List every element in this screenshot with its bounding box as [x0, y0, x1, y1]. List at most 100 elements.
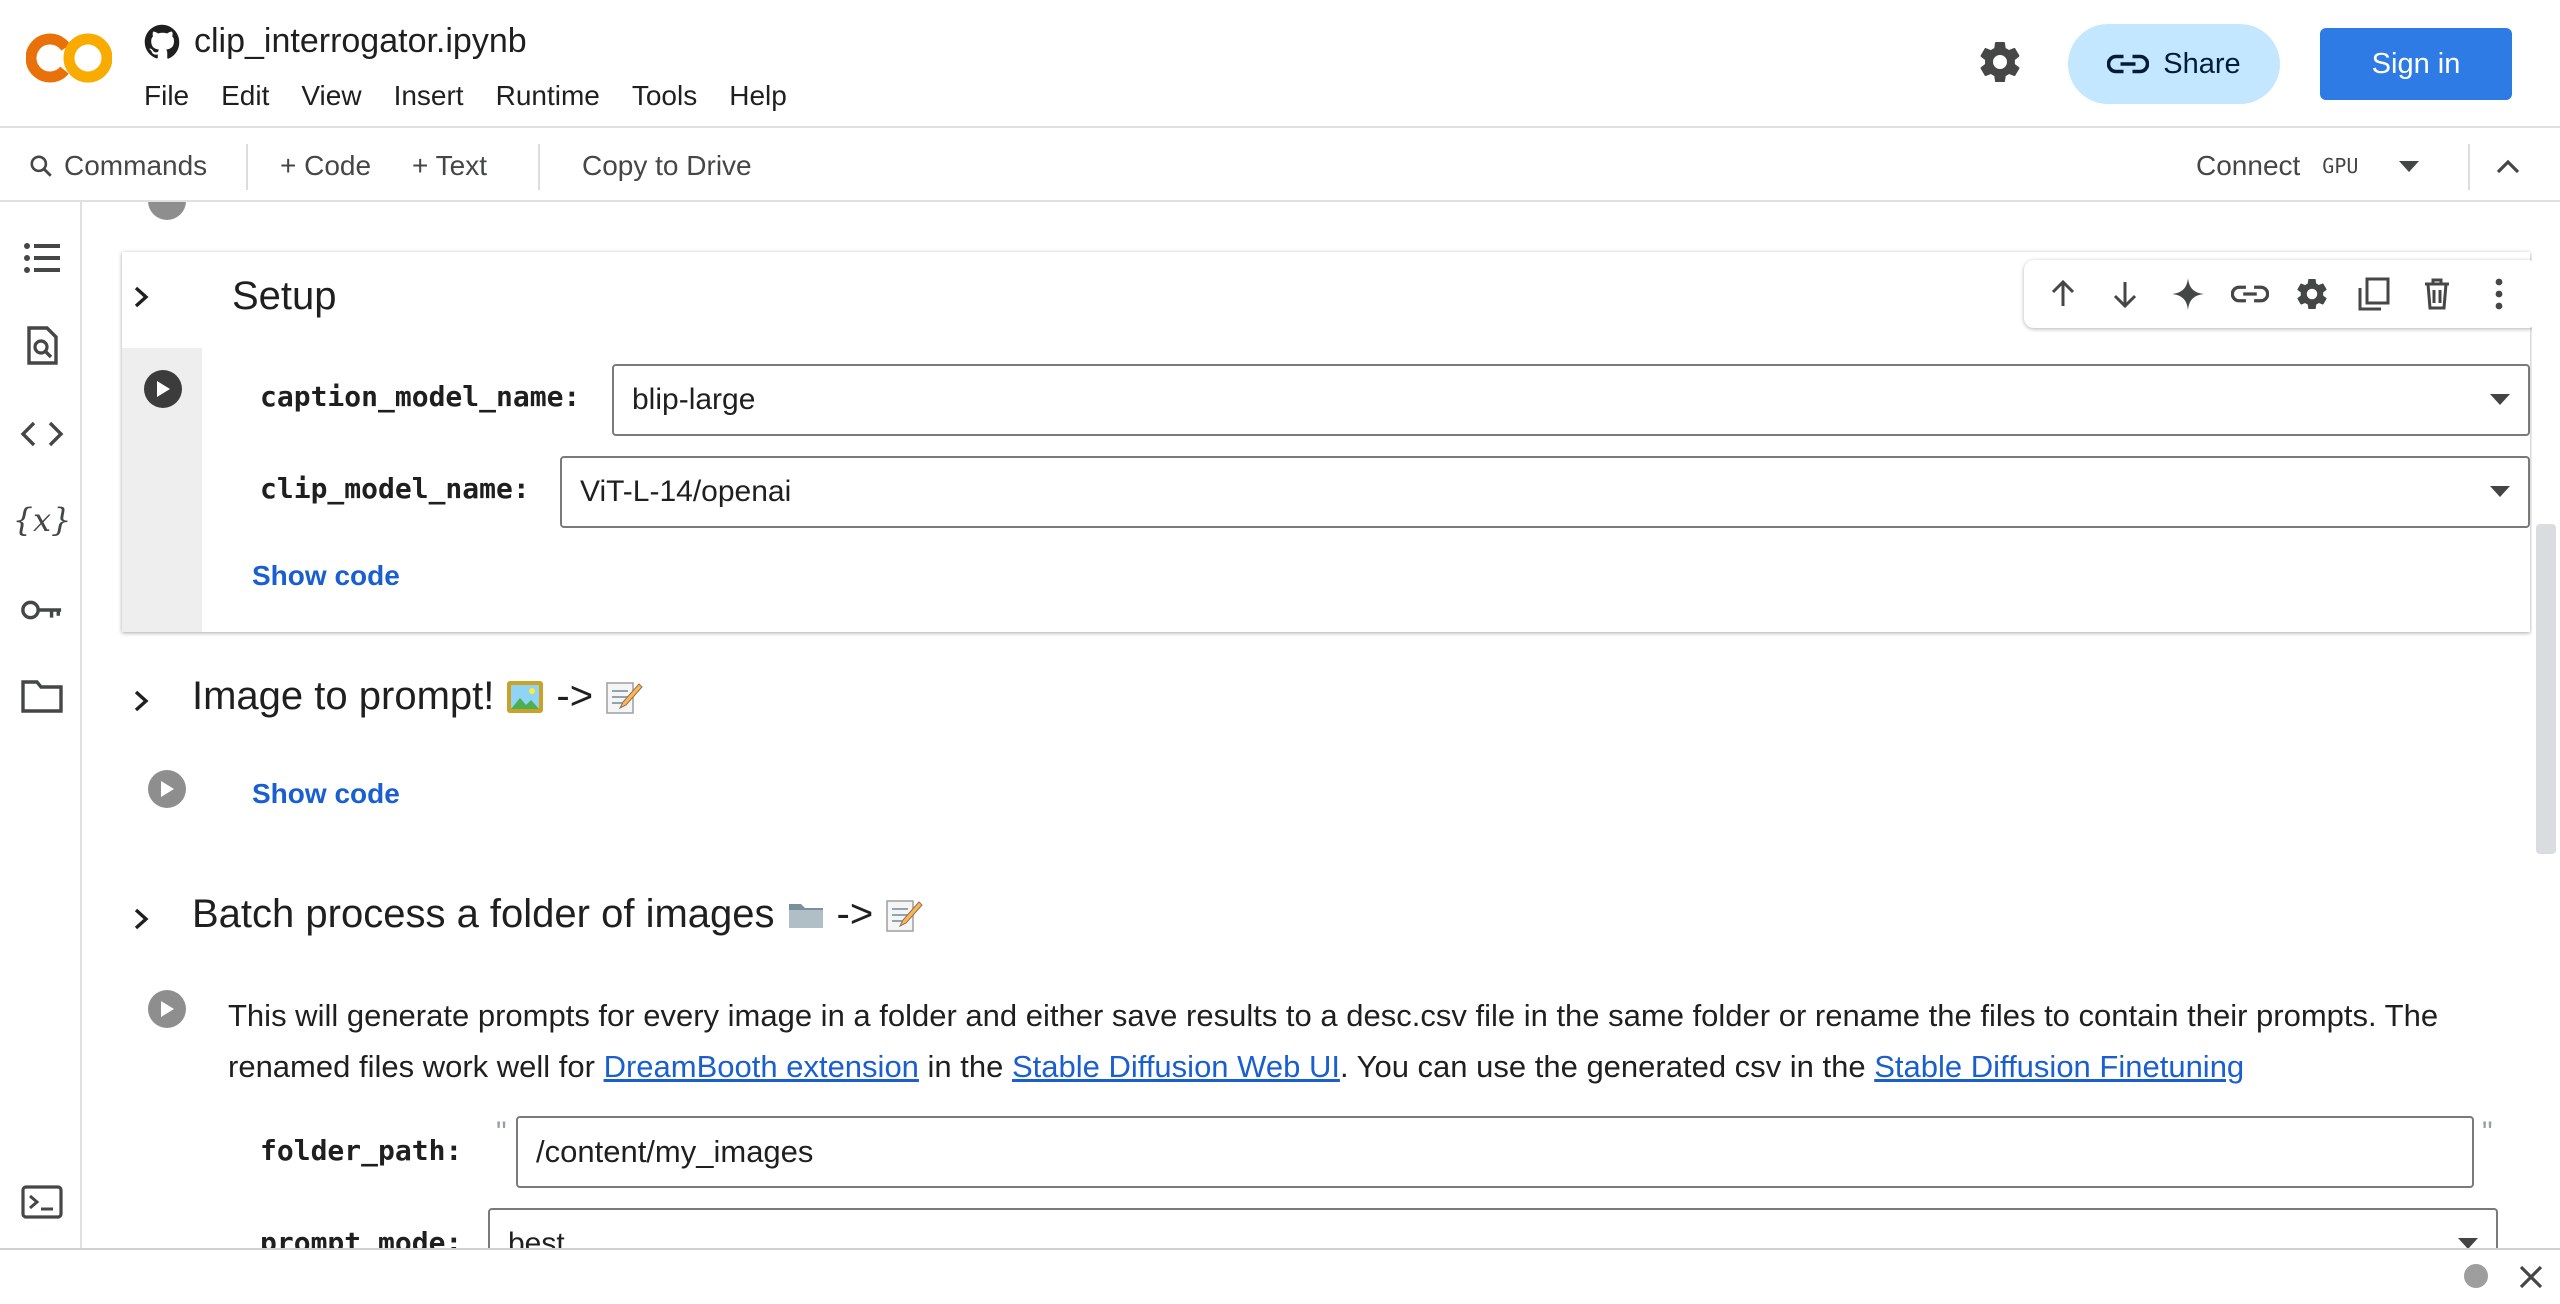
menu-help[interactable]: Help	[729, 80, 787, 112]
desc-text-2: in the	[918, 1049, 1012, 1084]
close-icon[interactable]	[2516, 1262, 2546, 1292]
colab-logo[interactable]	[26, 30, 112, 86]
table-of-contents-icon[interactable]	[20, 236, 64, 280]
files-folder-icon[interactable]	[20, 674, 64, 718]
copy-link-icon[interactable]	[2230, 274, 2270, 314]
secrets-key-icon[interactable]	[20, 588, 64, 632]
status-indicator-icon	[2464, 1264, 2488, 1288]
prompt-mode-select[interactable]: best	[488, 1208, 2498, 1248]
desc-text-3: . You can use the generated csv in the	[1339, 1049, 1875, 1084]
dropdown-caret-icon	[2490, 486, 2510, 497]
folder-path-input[interactable]: /content/my_images	[516, 1116, 2474, 1188]
expand-section-chevron-icon[interactable]	[126, 686, 156, 716]
status-bar	[0, 1248, 2560, 1304]
share-button[interactable]: Share	[2068, 24, 2280, 104]
move-cell-up-icon[interactable]	[2043, 274, 2083, 314]
string-quote-close: "	[2482, 1116, 2493, 1149]
add-code-button[interactable]: + Code	[280, 130, 371, 202]
expand-section-chevron-icon[interactable]	[126, 904, 156, 934]
setup-cell[interactable]: Setup caption_model_name: blip-large cli…	[122, 252, 2532, 632]
connect-options-dropdown-icon[interactable]	[2396, 156, 2422, 176]
left-sidebar: {x}	[0, 202, 82, 1248]
memo-emoji-icon	[886, 899, 923, 932]
dropdown-caret-icon	[2458, 1238, 2478, 1248]
clip-model-select[interactable]: ViT-L-14/openai	[560, 456, 2530, 528]
settings-gear-icon[interactable]	[1976, 38, 2024, 86]
run-cell-button[interactable]	[144, 370, 182, 408]
framed-picture-emoji-icon	[507, 680, 544, 713]
play-icon	[161, 1001, 174, 1017]
menu-insert[interactable]: Insert	[394, 80, 464, 112]
param-label-folder-path: folder_path:	[260, 1134, 463, 1167]
content-scrollbar[interactable]	[2536, 524, 2556, 854]
batch-process-title: Batch process a folder of images	[192, 892, 775, 936]
menu-view[interactable]: View	[301, 80, 361, 112]
gpu-badge: GPU	[2322, 154, 2359, 178]
notebook-title[interactable]: clip_interrogator.ipynb	[194, 22, 527, 61]
run-cell-button[interactable]	[148, 202, 186, 220]
find-replace-icon[interactable]	[20, 324, 64, 368]
show-code-link[interactable]: Show code	[252, 778, 400, 810]
add-text-button[interactable]: + Text	[412, 130, 487, 202]
toolbar-divider	[246, 144, 248, 190]
commands-button[interactable]: Commands	[28, 130, 207, 202]
copy-to-drive-button[interactable]: Copy to Drive	[582, 130, 752, 202]
section-heading-setup: Setup	[232, 274, 337, 318]
image-to-prompt-arrow: ->	[556, 674, 594, 718]
batch-description: This will generate prompts for every ima…	[228, 990, 2528, 1092]
toolbar-divider	[2468, 144, 2470, 190]
app-header: clip_interrogator.ipynb File Edit View I…	[0, 0, 2560, 128]
collapse-header-icon[interactable]	[2492, 152, 2524, 180]
memo-emoji-icon	[606, 681, 643, 714]
run-cell-button[interactable]	[148, 770, 186, 808]
stable-diffusion-web-ui-link[interactable]: Stable Diffusion Web UI	[1012, 1049, 1340, 1084]
stable-diffusion-finetuning-link[interactable]: Stable Diffusion Finetuning	[1874, 1049, 2244, 1084]
search-icon	[30, 155, 52, 177]
section-heading-image-to-prompt: Image to prompt! ->	[192, 674, 643, 719]
delete-cell-icon[interactable]	[2417, 274, 2457, 314]
terminal-icon[interactable]	[20, 1180, 64, 1224]
gemini-sparkle-icon[interactable]	[2168, 274, 2208, 314]
notebook-toolbar: Commands + Code + Text Copy to Drive Con…	[0, 130, 2560, 202]
link-icon	[2107, 54, 2150, 74]
dreambooth-extension-link[interactable]: DreamBooth extension	[604, 1049, 919, 1084]
github-icon[interactable]	[144, 24, 180, 60]
menu-edit[interactable]: Edit	[221, 80, 269, 112]
mirror-cell-icon[interactable]	[2354, 274, 2394, 314]
more-options-icon[interactable]	[2479, 274, 2519, 314]
caption-model-value: blip-large	[632, 383, 756, 416]
cell-settings-gear-icon[interactable]	[2292, 274, 2332, 314]
notebook-content: Setup caption_model_name: blip-large cli…	[82, 202, 2532, 1248]
dropdown-caret-icon	[2490, 394, 2510, 405]
variables-icon[interactable]: {x}	[13, 498, 72, 542]
param-label-caption-model: caption_model_name:	[260, 380, 581, 413]
batch-process-arrow: ->	[836, 892, 874, 936]
sign-in-button[interactable]: Sign in	[2320, 28, 2512, 100]
caption-model-select[interactable]: blip-large	[612, 364, 2530, 436]
param-label-prompt-mode: prompt_mode:	[260, 1226, 463, 1248]
menu-tools[interactable]: Tools	[632, 80, 697, 112]
menu-runtime[interactable]: Runtime	[496, 80, 600, 112]
menu-bar: File Edit View Insert Runtime Tools Help	[144, 80, 819, 112]
string-quote-open: "	[496, 1116, 507, 1149]
notebook-title-row: clip_interrogator.ipynb	[144, 22, 527, 61]
param-label-clip-model: clip_model_name:	[260, 472, 530, 505]
show-code-link[interactable]: Show code	[252, 560, 400, 592]
code-snippets-icon[interactable]	[20, 412, 64, 456]
move-cell-down-icon[interactable]	[2105, 274, 2145, 314]
connect-button[interactable]: Connect GPU	[2196, 130, 2358, 202]
section-heading-batch-process: Batch process a folder of images ->	[192, 892, 923, 937]
share-label: Share	[2163, 47, 2241, 80]
menu-file[interactable]: File	[144, 80, 189, 112]
commands-label: Commands	[64, 150, 208, 181]
image-to-prompt-title: Image to prompt!	[192, 674, 495, 718]
collapse-section-chevron-icon[interactable]	[126, 282, 156, 312]
prompt-mode-value: best	[508, 1227, 565, 1248]
folder-path-value: /content/my_images	[536, 1134, 814, 1169]
play-icon	[157, 381, 170, 397]
run-cell-button[interactable]	[148, 990, 186, 1028]
play-icon	[161, 781, 174, 797]
clip-model-value: ViT-L-14/openai	[580, 475, 792, 508]
folder-emoji-icon	[788, 903, 823, 928]
cell-toolbar	[2024, 260, 2532, 328]
